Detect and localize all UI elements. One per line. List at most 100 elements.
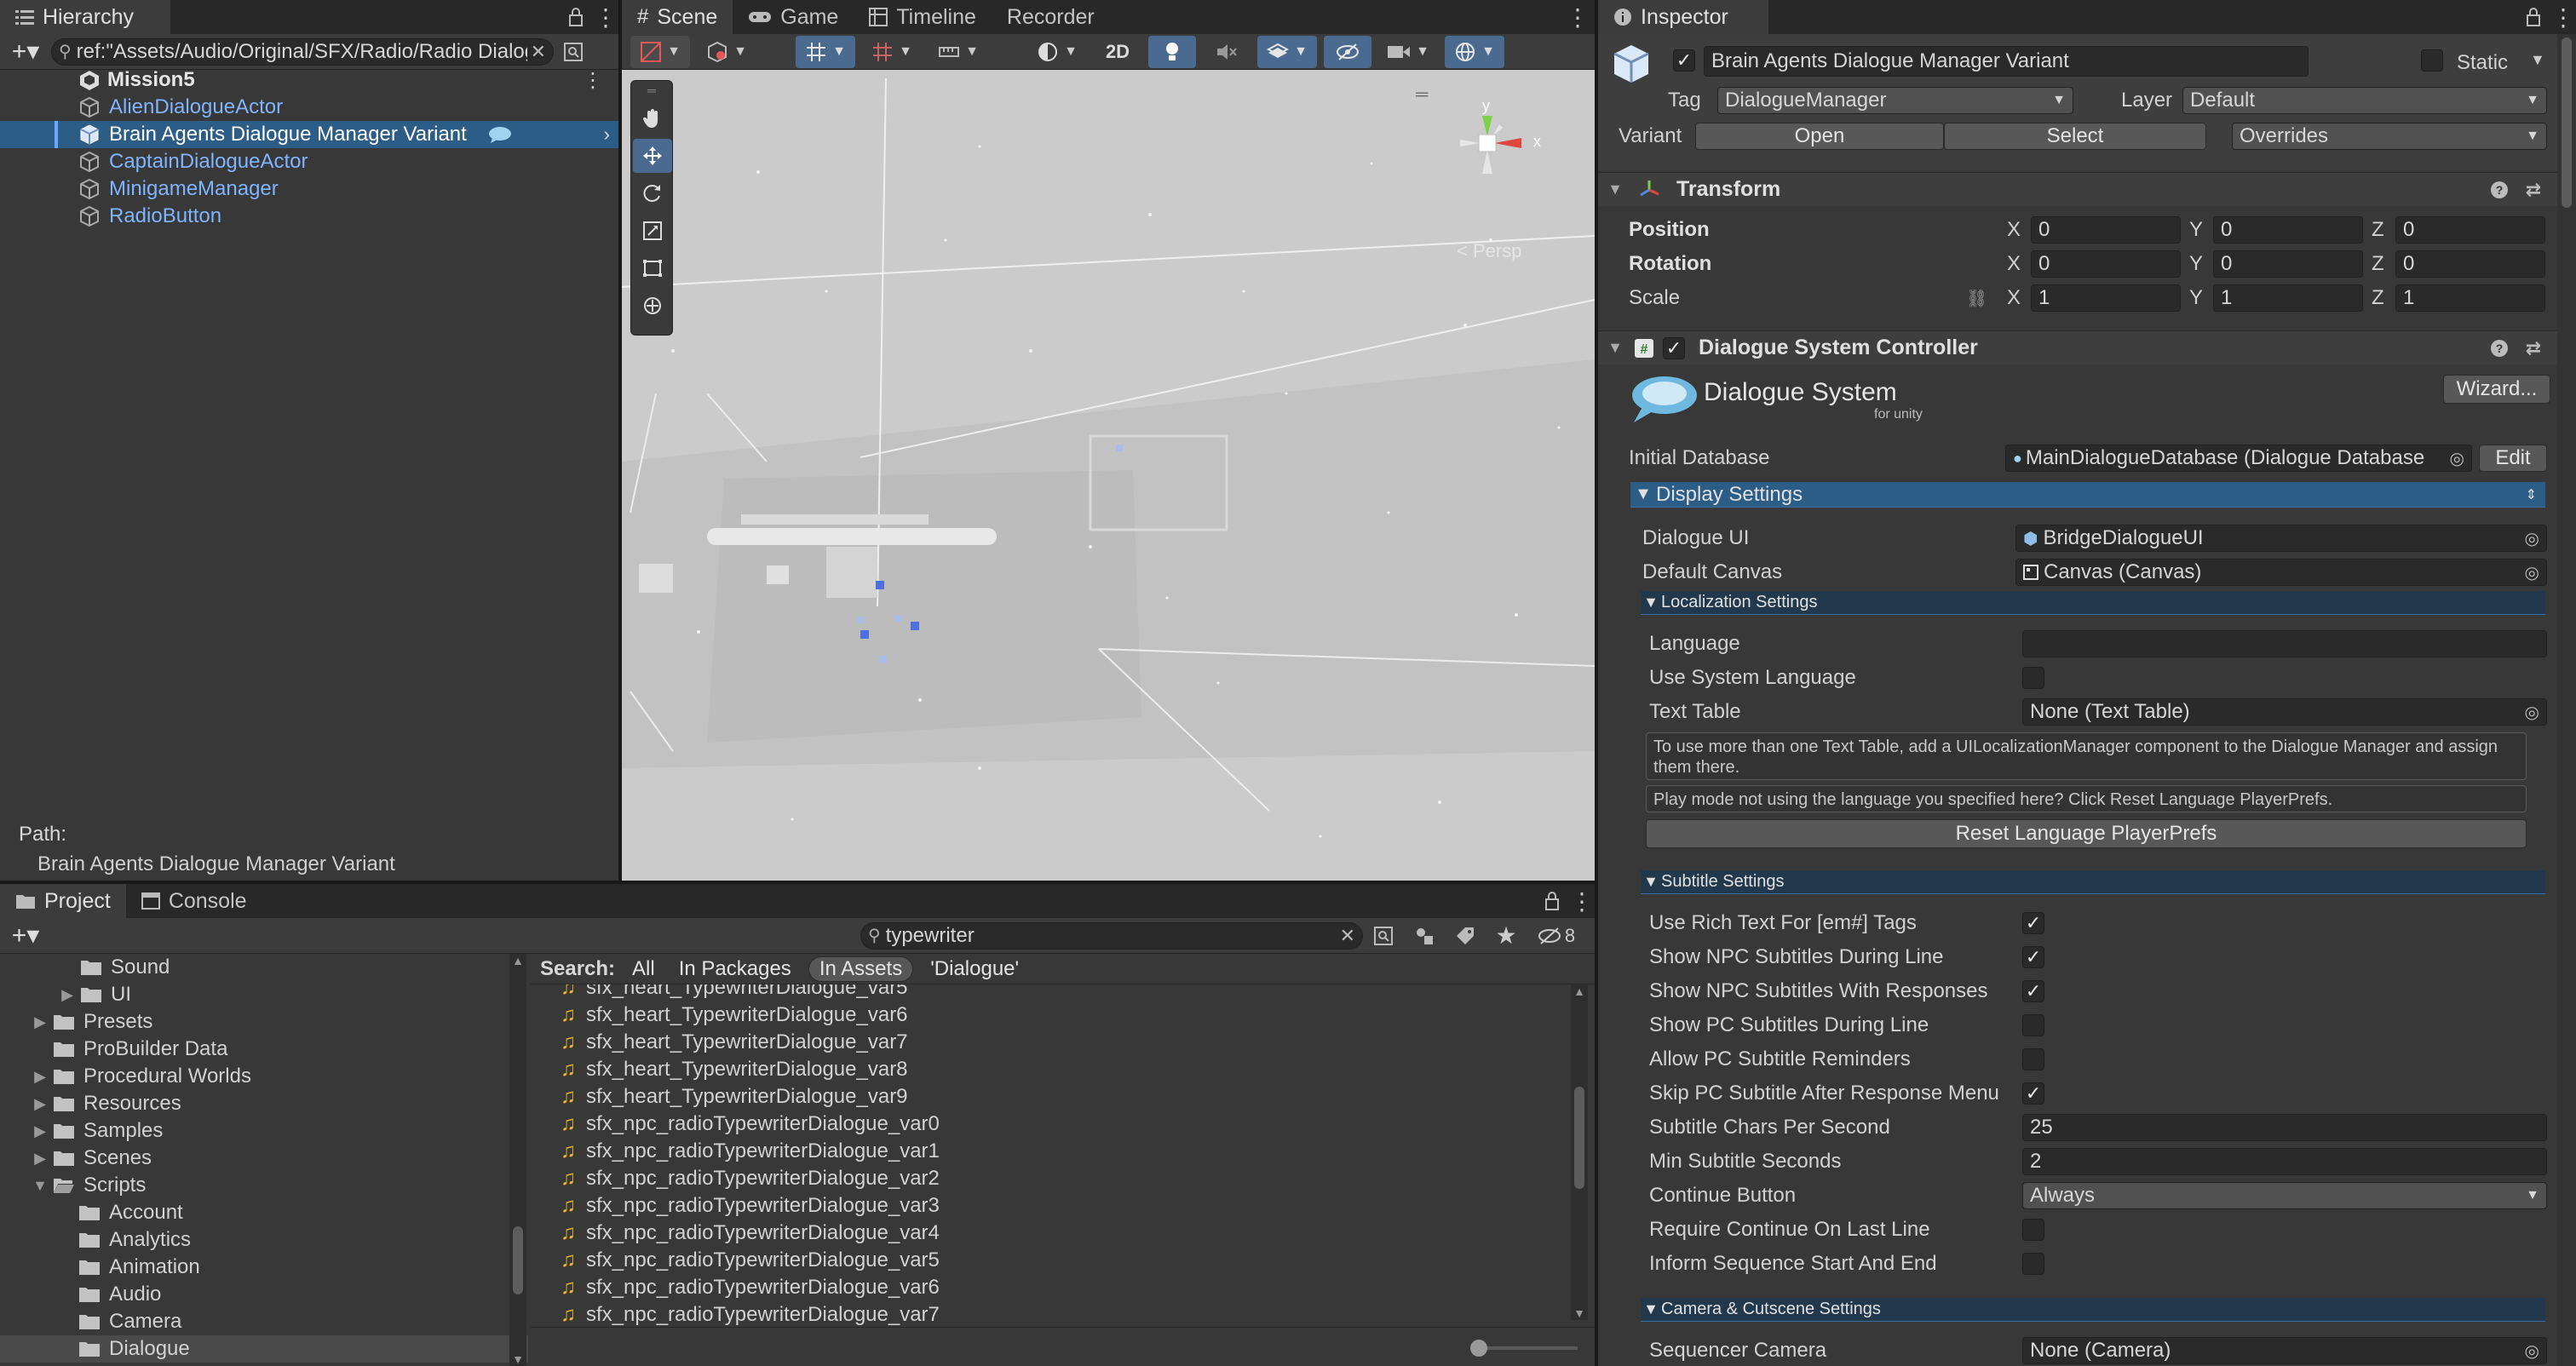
tree-item[interactable]: ProBuilder Data — [0, 1036, 528, 1063]
shading-button[interactable]: ▼ — [1027, 36, 1087, 68]
help-icon[interactable]: ? — [2482, 181, 2516, 199]
clear-search-icon[interactable]: ✕ — [531, 41, 546, 63]
expand-arrow-icon[interactable]: ▶ — [27, 1013, 53, 1031]
tree-item[interactable]: ▶ UI — [0, 981, 528, 1008]
scroll-up-icon[interactable]: ▲ — [1571, 984, 1588, 998]
render-mode-button[interactable]: ▼ — [697, 36, 756, 68]
tab-console[interactable]: Console — [126, 884, 262, 918]
rotation-y-field[interactable]: 0 — [2213, 250, 2363, 278]
icon-size-slider[interactable] — [1470, 1340, 1578, 1357]
tree-item[interactable]: ▶ Procedural Worlds — [0, 1063, 528, 1090]
rotation-x-field[interactable]: 0 — [2031, 250, 2181, 278]
file-item[interactable]: ♫ sfx_heart_TypewriterDialogue_var6 — [530, 1002, 1595, 1029]
hierarchy-item[interactable]: AlienDialogueActor — [0, 94, 618, 121]
hierarchy-item-selected[interactable]: Brain Agents Dialogue Manager Variant › — [0, 121, 618, 148]
hidden-packages-icon[interactable]: 8 — [1527, 925, 1586, 947]
scale-tool-icon[interactable] — [633, 214, 672, 248]
static-dropdown-icon[interactable]: ▼ — [2530, 51, 2545, 69]
expand-arrow-icon[interactable]: ▶ — [27, 1122, 53, 1140]
tab-game[interactable]: Game — [733, 0, 854, 34]
presets-icon[interactable]: ⇄ — [2516, 179, 2550, 201]
audio-toggle-button[interactable] — [1203, 36, 1251, 68]
tree-item[interactable]: ▼ Scripts — [0, 1172, 528, 1199]
inspector-more-icon[interactable]: ⋮ — [2550, 3, 2576, 32]
object-picker-icon[interactable]: ◎ — [2525, 702, 2539, 723]
reset-language-playerprefs-button[interactable]: Reset Language PlayerPrefs — [1646, 819, 2527, 848]
overlay-menu-icon[interactable]: ═ — [1416, 85, 1428, 105]
gizmos-button[interactable]: ▼ — [1445, 35, 1504, 68]
rect-tool-icon[interactable] — [633, 251, 672, 285]
static-checkbox[interactable] — [2421, 49, 2443, 72]
file-list-scrollbar[interactable]: ▲ ▼ — [1571, 984, 1588, 1320]
file-item[interactable]: ♫ sfx_npc_radioTypewriterDialogue_var6 — [530, 1274, 1595, 1301]
rich-text-checkbox[interactable]: ✓ — [2022, 912, 2044, 934]
tree-item-selected[interactable]: Dialogue — [0, 1335, 528, 1363]
object-name-field[interactable]: Brain Agents Dialogue Manager Variant — [1704, 46, 2309, 77]
tab-scene[interactable]: # Scene — [622, 0, 733, 34]
scene-menu-icon[interactable]: ⋮ — [583, 68, 603, 93]
position-x-field[interactable]: 0 — [2031, 216, 2181, 244]
add-icon[interactable]: +▾ — [0, 37, 51, 66]
scale-y-field[interactable]: 1 — [2213, 284, 2363, 312]
chars-per-second-field[interactable]: 25 — [2022, 1114, 2547, 1141]
tree-item[interactable]: Account — [0, 1199, 528, 1226]
file-item[interactable]: ♫ sfx_npc_radioTypewriterDialogue_var0 — [530, 1111, 1595, 1138]
skip-pc-subtitle-checkbox[interactable]: ✓ — [2022, 1082, 2044, 1105]
file-item[interactable]: ♫ sfx_heart_TypewriterDialogue_var9 — [530, 1083, 1595, 1111]
position-y-field[interactable]: 0 — [2213, 216, 2363, 244]
file-item[interactable]: ♫ sfx_npc_radioTypewriterDialogue_var7 — [530, 1301, 1595, 1329]
tree-item[interactable]: Animation — [0, 1254, 528, 1281]
open-prefab-button[interactable]: Open — [1695, 123, 1944, 150]
hand-tool-icon[interactable] — [633, 101, 672, 135]
collapse-arrow-icon[interactable]: ▼ — [27, 1177, 53, 1195]
perspective-label[interactable]: < Persp — [1457, 240, 1521, 262]
expand-arrow-icon[interactable]: ▶ — [27, 1095, 53, 1113]
object-picker-icon[interactable]: ◎ — [2525, 562, 2539, 583]
pc-subtitles-line-checkbox[interactable] — [2022, 1014, 2044, 1036]
npc-subtitles-responses-checkbox[interactable]: ✓ — [2022, 980, 2044, 1002]
inspector-scroll-thumb[interactable] — [2562, 37, 2572, 208]
component-enabled-checkbox[interactable]: ✓ — [1663, 336, 1685, 359]
min-subtitle-seconds-field[interactable]: 2 — [2022, 1148, 2547, 1175]
file-item[interactable]: ♫ sfx_npc_radioTypewriterDialogue_var4 — [530, 1220, 1595, 1247]
draw-mode-button[interactable]: ▼ — [630, 35, 690, 68]
hidden-objects-button[interactable] — [1324, 35, 1371, 68]
filter-all[interactable]: All — [625, 956, 662, 982]
rotation-z-field[interactable]: 0 — [2395, 250, 2545, 278]
wizard-button[interactable]: Wizard... — [2443, 375, 2550, 404]
hierarchy-item[interactable]: CaptainDialogueActor — [0, 148, 618, 175]
scene-viewport[interactable]: ═ ═ y x < Persp — [622, 70, 1595, 881]
npc-subtitles-line-checkbox[interactable]: ✓ — [2022, 946, 2044, 968]
hierarchy-search-input[interactable]: ⚲ ref:"Assets/Audio/Original/SFX/Radio/R… — [51, 37, 554, 66]
tree-item[interactable]: Sound — [0, 954, 528, 981]
orientation-gizmo[interactable]: y x — [1440, 97, 1567, 211]
help-icon[interactable]: ? — [2482, 339, 2516, 358]
snap-increment-button[interactable]: ▼ — [862, 36, 922, 68]
position-z-field[interactable]: 0 — [2395, 216, 2545, 244]
hierarchy-scene-row[interactable]: Mission5 ⋮ — [0, 66, 618, 94]
expand-arrow-icon[interactable]: ▶ — [27, 1150, 53, 1168]
text-table-field[interactable]: None (Text Table) ◎ — [2022, 698, 2547, 726]
tab-recorder[interactable]: Recorder — [992, 0, 1110, 34]
file-scroll-thumb[interactable] — [1574, 1087, 1584, 1189]
expand-arrow-icon[interactable]: › — [604, 123, 610, 146]
continue-button-dropdown[interactable]: Always ▼ — [2022, 1182, 2547, 1209]
scroll-up-icon[interactable]: ▲ — [509, 954, 526, 967]
language-field[interactable] — [2022, 630, 2547, 657]
file-item[interactable]: ♫ sfx_npc_radioTypewriterDialogue_var5 — [530, 1247, 1595, 1274]
pc-subtitle-reminders-checkbox[interactable] — [2022, 1048, 2044, 1070]
more-options-icon[interactable]: ⋮ — [593, 3, 618, 32]
lighting-toggle-button[interactable] — [1148, 35, 1196, 68]
edit-database-button[interactable]: Edit — [2479, 445, 2547, 472]
scene-search-icon[interactable] — [554, 42, 593, 62]
layer-dropdown[interactable]: Default ▼ — [2182, 87, 2547, 114]
tag-dropdown[interactable]: DialogueManager ▼ — [1717, 87, 2073, 114]
rotate-tool-icon[interactable] — [633, 176, 672, 210]
project-add-icon[interactable]: +▾ — [0, 921, 51, 950]
label-icon[interactable] — [1445, 926, 1486, 946]
tree-item[interactable]: ▶ Presets — [0, 1008, 528, 1036]
transform-all-tool-icon[interactable] — [633, 289, 672, 323]
subtitle-settings-foldout[interactable]: ▼ Subtitle Settings — [1641, 870, 2545, 894]
project-lock-icon[interactable] — [1535, 892, 1569, 910]
toggle-2d-button[interactable]: 2D — [1094, 36, 1141, 68]
